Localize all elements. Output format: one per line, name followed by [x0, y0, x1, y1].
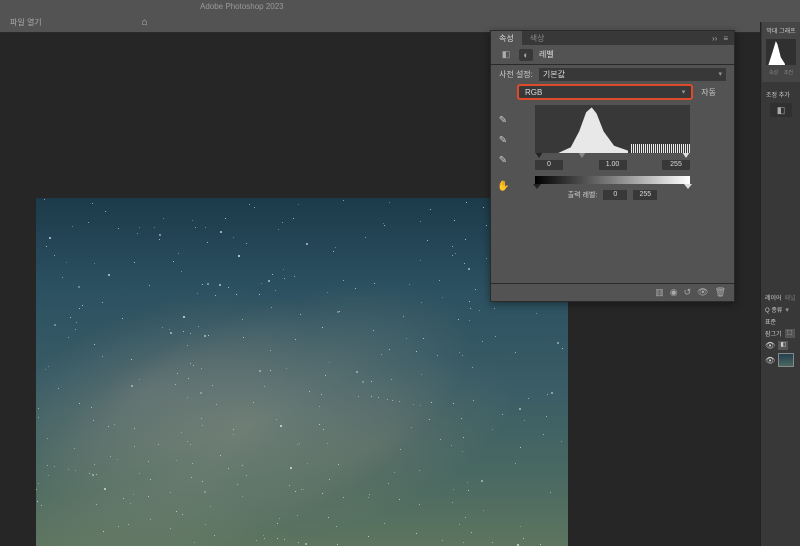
- panel-tab-row: 속성 색상 ›› ≡: [491, 31, 734, 45]
- output-label: 출력 레벨:: [568, 190, 598, 200]
- channel-row: RGB ▾ 자동: [491, 83, 734, 101]
- layer-thumb: [778, 353, 794, 367]
- blend-mode[interactable]: 표준: [765, 317, 776, 326]
- input-levels-group: 0 1.00 255: [535, 105, 690, 170]
- preset-label: 사전 설정:: [499, 69, 533, 80]
- search-kind[interactable]: Q 종류: [765, 305, 782, 314]
- preset-value: 기본값: [543, 69, 565, 80]
- document-canvas[interactable]: [36, 198, 568, 546]
- preset-row: 사전 설정: 기본값 ▾: [491, 65, 734, 83]
- adjustments-mini-panel: 조정 추가 ◧: [762, 86, 800, 125]
- layers-label[interactable]: 레이어: [765, 293, 782, 302]
- channel-select[interactable]: RGB ▾: [517, 84, 693, 100]
- layers-mini-panel: 레이어패널 Q 종류▾ 표준 잠그기⬚ 👁◧ 👁: [762, 290, 800, 373]
- view-previous-icon[interactable]: ◉: [670, 287, 678, 298]
- properties-panel: 속성 색상 ›› ≡ ◧ ◐ 레벨 사전 설정: 기본값 ▾ RGB ▾ 자동 …: [490, 30, 735, 302]
- collapse-icon[interactable]: ››: [712, 34, 717, 43]
- histogram-icon[interactable]: ◧: [499, 49, 513, 61]
- file-tab[interactable]: 파일 열기: [10, 17, 42, 28]
- adj-label: 조정 추가: [766, 90, 796, 99]
- stars-overlay: [36, 198, 568, 546]
- menu-bar: [0, 0, 800, 13]
- eyedropper-white-icon[interactable]: ✎: [497, 155, 509, 167]
- input-white-value[interactable]: 255: [662, 160, 690, 170]
- mode-row: ◧ ◐ 레벨: [491, 45, 734, 65]
- output-black-value[interactable]: 0: [603, 190, 627, 200]
- mini-histogram[interactable]: [766, 39, 796, 65]
- output-levels-row: 출력 레벨: 0 255: [491, 190, 734, 200]
- eyedropper-gray-icon[interactable]: ✎: [497, 135, 509, 147]
- panel-footer: ▥ ◉ ↺ 👁 🗑: [491, 283, 734, 301]
- eyedropper-black-icon[interactable]: ✎: [497, 115, 509, 127]
- histogram-noise: [631, 144, 690, 153]
- lock-icon[interactable]: ⬚: [785, 329, 795, 338]
- output-white-value[interactable]: 255: [633, 190, 657, 200]
- chevron-down-icon: ▾: [682, 88, 686, 96]
- mini-hist-label: 막대 그래프: [766, 26, 796, 35]
- clip-icon[interactable]: ▥: [655, 287, 664, 298]
- input-mid-value[interactable]: 1.00: [599, 160, 627, 170]
- lock-label: 잠그기: [765, 329, 782, 338]
- eye-icon[interactable]: 👁: [765, 341, 775, 350]
- layer-row-background[interactable]: 👁: [765, 353, 797, 367]
- reset-icon[interactable]: ↺: [684, 287, 692, 298]
- trash-icon[interactable]: 🗑: [715, 287, 726, 298]
- levels-icon[interactable]: ◐: [519, 49, 533, 61]
- auto-button[interactable]: 자동: [701, 87, 716, 98]
- layer-row-adjustment[interactable]: 👁◧: [765, 341, 797, 350]
- mini-histogram-panel: 막대 그래프 속성 조컨: [762, 22, 800, 82]
- preset-select[interactable]: 기본값 ▾: [539, 68, 726, 81]
- channel-value: RGB: [525, 88, 542, 97]
- app-title: Adobe Photoshop 2023: [200, 2, 284, 11]
- eyedropper-tools: ✎ ✎ ✎ ✋: [497, 115, 509, 193]
- other-tab[interactable]: 패널: [785, 293, 796, 302]
- visibility-icon[interactable]: 👁: [697, 287, 708, 298]
- adjustment-thumb: ◧: [778, 341, 788, 350]
- histogram-display[interactable]: [535, 105, 690, 153]
- home-icon[interactable]: ⌂: [142, 17, 148, 28]
- panel-menu-icon[interactable]: ≡: [723, 34, 728, 43]
- eye-icon[interactable]: 👁: [765, 356, 775, 365]
- mini-sub-left[interactable]: 속성: [769, 69, 778, 76]
- input-black-value[interactable]: 0: [535, 160, 563, 170]
- mode-label: 레벨: [539, 49, 554, 60]
- mini-sub-right[interactable]: 조컨: [784, 69, 793, 76]
- tab-properties[interactable]: 속성: [491, 31, 522, 45]
- histogram-shape: [558, 105, 628, 153]
- adjustment-icon[interactable]: ◧: [770, 103, 792, 117]
- chevron-down-icon: ▾: [718, 70, 722, 78]
- hand-icon[interactable]: ✋: [497, 181, 509, 193]
- tab-color[interactable]: 색상: [522, 31, 553, 45]
- output-gradient[interactable]: [535, 176, 690, 184]
